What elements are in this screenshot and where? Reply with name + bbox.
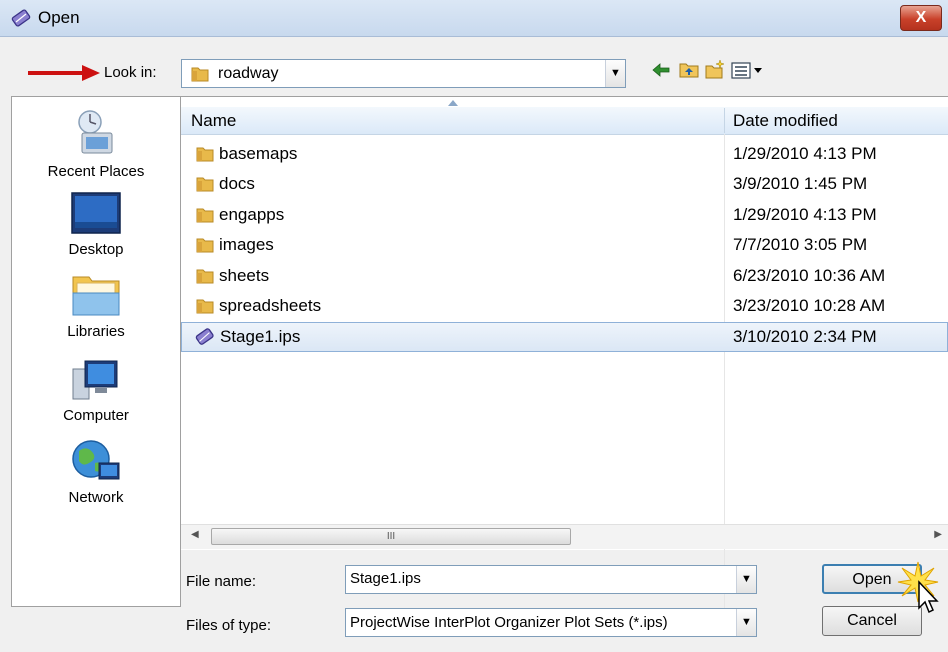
- place-desktop[interactable]: Desktop: [12, 191, 180, 258]
- open-button-label: Open: [852, 571, 892, 588]
- file-date: 3/23/2010 10:28 AM: [733, 296, 886, 315]
- column-header-name[interactable]: Name: [191, 108, 236, 133]
- file-name: images: [219, 235, 274, 254]
- file-row-images[interactable]: images 7/7/2010 3:05 PM: [181, 230, 948, 260]
- red-arrow-annotation: [28, 65, 100, 81]
- mouse-cursor-icon: [918, 580, 939, 614]
- cancel-button[interactable]: Cancel: [822, 606, 922, 636]
- place-label: Computer: [63, 407, 129, 424]
- folder-icon: [196, 299, 214, 314]
- file-name: Stage1.ips: [220, 327, 301, 346]
- scrollbar-thumb[interactable]: III: [211, 528, 571, 545]
- file-row-docs[interactable]: docs 3/9/2010 1:45 PM: [181, 169, 948, 199]
- place-recent-places[interactable]: Recent Places: [12, 109, 180, 180]
- recent-places-icon: [78, 110, 113, 154]
- network-icon: [72, 440, 120, 480]
- chevron-down-icon[interactable]: ▼: [736, 609, 756, 636]
- file-date: 3/9/2010 1:45 PM: [733, 174, 868, 193]
- file-name-value: Stage1.ips: [350, 570, 421, 587]
- place-label: Network: [68, 489, 124, 506]
- folder-icon: [196, 147, 214, 162]
- file-row-sheets[interactable]: sheets 6/23/2010 10:36 AM: [181, 261, 948, 291]
- view-menu-icon[interactable]: [730, 59, 766, 81]
- folder-icon: [196, 269, 214, 284]
- file-row-spreadsheets[interactable]: spreadsheets 3/23/2010 10:28 AM: [181, 291, 948, 321]
- place-computer[interactable]: Computer: [12, 357, 180, 424]
- close-icon: X: [915, 9, 927, 26]
- interplot-app-icon: [11, 9, 31, 27]
- files-of-type-label: Files of type:: [186, 617, 272, 634]
- horizontal-scrollbar[interactable]: ◀ III ▶: [181, 524, 948, 549]
- column-divider[interactable]: [724, 108, 725, 133]
- desktop-icon: [71, 192, 121, 234]
- folder-icon: [196, 238, 214, 253]
- file-name: spreadsheets: [219, 296, 322, 315]
- chevron-down-icon[interactable]: ▼: [736, 566, 756, 593]
- title-bar: Open X: [0, 0, 948, 37]
- window-title: Open: [38, 8, 80, 27]
- look-in-dropdown[interactable]: roadway ▼: [181, 59, 626, 88]
- libraries-icon: [72, 276, 120, 316]
- sort-ascending-icon: [448, 100, 458, 106]
- file-name: engapps: [219, 205, 285, 224]
- place-label: Desktop: [68, 241, 124, 258]
- file-name: docs: [219, 174, 255, 193]
- files-of-type-value: ProjectWise InterPlot Organizer Plot Set…: [350, 614, 668, 631]
- file-date: 1/29/2010 4:13 PM: [733, 144, 877, 163]
- file-row-engapps[interactable]: engapps 1/29/2010 4:13 PM: [181, 200, 948, 230]
- file-name-input[interactable]: Stage1.ips ▼: [345, 565, 757, 594]
- column-header-date-modified[interactable]: Date modified: [733, 108, 838, 133]
- place-network[interactable]: Network: [12, 437, 180, 506]
- places-bar: Recent Places Desktop Libraries Computer: [11, 96, 181, 607]
- up-one-level-icon[interactable]: [678, 59, 700, 81]
- file-row-basemaps[interactable]: basemaps 1/29/2010 4:13 PM: [181, 139, 948, 169]
- look-in-value: roadway: [218, 65, 279, 82]
- file-date: 6/23/2010 10:36 AM: [733, 266, 886, 285]
- folder-icon: [196, 208, 214, 223]
- file-list[interactable]: Name Date modified basemaps 1/29/2010 4:…: [181, 96, 948, 614]
- place-label: Recent Places: [47, 163, 145, 180]
- file-date: 3/10/2010 2:34 PM: [733, 327, 877, 346]
- look-in-label: Look in:: [104, 64, 157, 81]
- folder-icon: [191, 67, 209, 82]
- file-date: 7/7/2010 3:05 PM: [733, 235, 868, 254]
- scroll-right-icon[interactable]: ▶: [934, 529, 942, 540]
- place-libraries[interactable]: Libraries: [12, 271, 180, 340]
- file-name-label: File name:: [186, 573, 257, 590]
- back-icon[interactable]: [650, 59, 672, 81]
- file-name: basemaps: [219, 144, 298, 163]
- folder-icon: [196, 177, 214, 192]
- file-date: 1/29/2010 4:13 PM: [733, 205, 877, 224]
- computer-icon: [72, 360, 118, 400]
- file-name: sheets: [219, 266, 270, 285]
- thumb-grip: III: [386, 531, 396, 542]
- scroll-left-icon[interactable]: ◀: [191, 529, 199, 540]
- close-button[interactable]: X: [900, 5, 942, 31]
- file-row-stage1-ips[interactable]: Stage1.ips 3/10/2010 2:34 PM: [181, 322, 948, 352]
- cancel-button-label: Cancel: [847, 612, 897, 629]
- place-label: Libraries: [67, 323, 125, 340]
- chevron-down-icon[interactable]: ▼: [605, 60, 625, 87]
- files-of-type-dropdown[interactable]: ProjectWise InterPlot Organizer Plot Set…: [345, 608, 757, 637]
- new-folder-icon[interactable]: [704, 59, 726, 81]
